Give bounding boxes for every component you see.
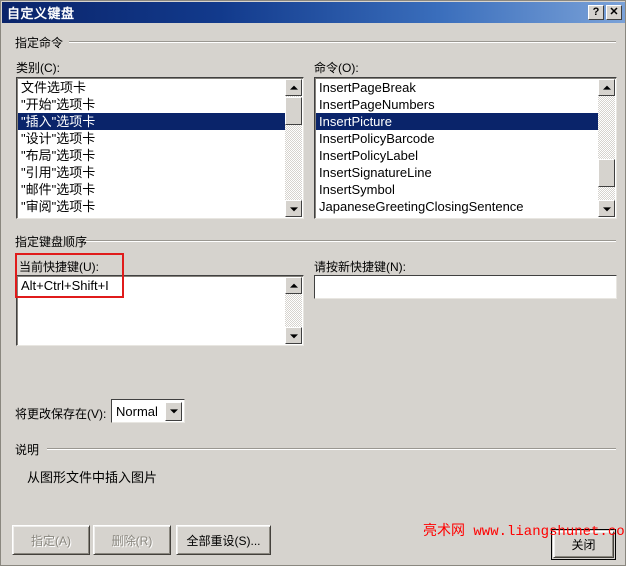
list-item[interactable]: 文件选项卡 xyxy=(18,79,285,96)
commands-listbox[interactable]: InsertPageBreak InsertPageNumbers InsertPi… xyxy=(314,77,617,219)
group-divider-specify-command xyxy=(69,41,616,43)
scrollbar-thumb[interactable] xyxy=(285,97,302,125)
title-bar: 自定义键盘 ? ✕ xyxy=(2,2,625,23)
close-icon[interactable]: ✕ xyxy=(606,5,622,20)
window-title: 自定义键盘 xyxy=(7,6,75,21)
new-key-label: 请按新快捷键(N): xyxy=(314,260,406,274)
group-label-description: 说明 xyxy=(15,441,43,458)
group-label-keyboard-order: 指定键盘顺序 xyxy=(15,233,91,250)
commands-label: 命令(O): xyxy=(314,61,359,75)
assign-button[interactable]: 指定(A) xyxy=(12,525,90,555)
save-in-combobox[interactable]: Normal xyxy=(111,399,185,423)
title-bar-buttons: ? ✕ xyxy=(588,5,622,20)
group-label-specify-command: 指定命令 xyxy=(15,34,67,51)
list-item[interactable]: InsertPicture xyxy=(316,113,598,130)
list-item[interactable]: "插入"选项卡 xyxy=(18,113,285,130)
scroll-up-icon[interactable] xyxy=(598,79,615,96)
current-keys-scrollbar[interactable] xyxy=(285,277,302,344)
list-item[interactable]: "布局"选项卡 xyxy=(18,147,285,164)
categories-listbox[interactable]: 文件选项卡 "开始"选项卡 "插入"选项卡 "设计"选项卡 "布局"选项卡 "引用"选项卡… xyxy=(16,77,304,219)
scroll-up-icon[interactable] xyxy=(285,79,302,96)
description-text: 从图形文件中插入图片 xyxy=(27,470,158,485)
scroll-down-icon[interactable] xyxy=(285,327,302,344)
remove-button[interactable]: 删除(R) xyxy=(93,525,171,555)
customize-keyboard-dialog: 自定义键盘 ? ✕ 指定命令 类别(C): 文件选项卡 "开始"选项卡 "插入"选项… xyxy=(0,0,626,566)
list-item[interactable]: "开始"选项卡 xyxy=(18,96,285,113)
list-item[interactable]: "邮件"选项卡 xyxy=(18,181,285,198)
list-item[interactable]: InsertSymbol xyxy=(316,181,598,198)
scroll-up-icon[interactable] xyxy=(285,277,302,294)
watermark-text: 亮术网 www.liangshunet.com xyxy=(423,524,626,540)
list-item[interactable]: "审阅"选项卡 xyxy=(18,198,285,215)
save-in-label: 将更改保存在(V): xyxy=(15,407,107,421)
current-keys-list-items[interactable]: Alt+Ctrl+Shift+I xyxy=(18,277,285,344)
current-keys-label: 当前快捷键(U): xyxy=(19,260,99,274)
list-item[interactable]: InsertPolicyBarcode xyxy=(316,130,598,147)
categories-scrollbar[interactable] xyxy=(285,79,302,217)
categories-list-items[interactable]: 文件选项卡 "开始"选项卡 "插入"选项卡 "设计"选项卡 "布局"选项卡 "引用"选项卡… xyxy=(18,79,285,217)
current-keys-listbox[interactable]: Alt+Ctrl+Shift+I xyxy=(16,275,304,346)
reset-all-button[interactable]: 全部重设(S)... xyxy=(176,525,271,555)
list-item[interactable]: JapaneseGreetingClosingSentence xyxy=(316,198,598,215)
list-item[interactable]: InsertSignatureLine xyxy=(316,164,598,181)
list-item[interactable]: "引用"选项卡 xyxy=(18,164,285,181)
list-item[interactable]: InsertPageNumbers xyxy=(316,96,598,113)
categories-label: 类别(C): xyxy=(16,61,60,75)
commands-scrollbar[interactable] xyxy=(598,79,615,217)
group-divider-keyboard-order xyxy=(86,240,616,242)
new-shortcut-input[interactable] xyxy=(314,275,617,299)
save-in-value: Normal xyxy=(116,403,158,419)
scroll-down-icon[interactable] xyxy=(285,200,302,217)
list-item[interactable]: InsertPageBreak xyxy=(316,79,598,96)
scroll-down-icon[interactable] xyxy=(598,200,615,217)
commands-list-items[interactable]: InsertPageBreak InsertPageNumbers InsertPi… xyxy=(316,79,598,217)
help-icon[interactable]: ? xyxy=(588,5,604,20)
chevron-down-icon[interactable] xyxy=(165,401,182,421)
list-item[interactable]: InsertPolicyLabel xyxy=(316,147,598,164)
group-divider-description xyxy=(47,448,616,450)
list-item[interactable]: "设计"选项卡 xyxy=(18,130,285,147)
scrollbar-thumb[interactable] xyxy=(598,159,615,187)
list-item[interactable]: Alt+Ctrl+Shift+I xyxy=(18,277,285,294)
